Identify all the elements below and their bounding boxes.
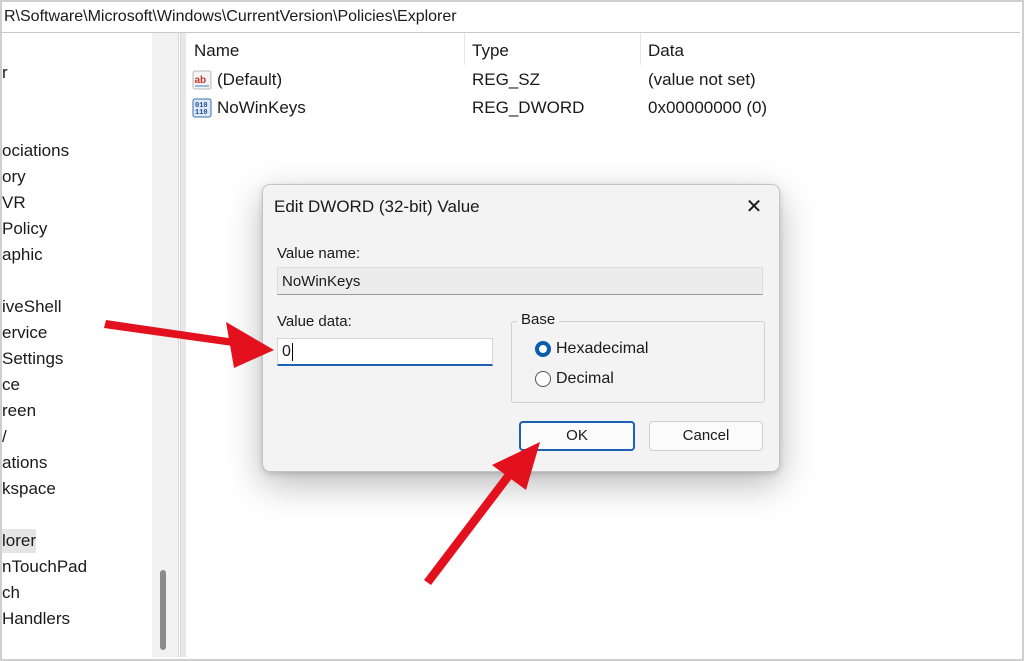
value-name-field: NoWinKeys (277, 267, 763, 295)
tree-item[interactable]: ch (2, 581, 20, 605)
tree-item[interactable]: Settings (2, 347, 63, 371)
tree-item[interactable]: r (2, 61, 8, 85)
value-data-input[interactable]: 0 (277, 338, 493, 366)
value-data: (value not set) (648, 70, 756, 89)
ok-button[interactable]: OK (519, 421, 635, 451)
column-header-name[interactable]: Name (194, 39, 239, 63)
value-type: REG_SZ (472, 70, 541, 89)
tree-item-selected[interactable]: lorer (2, 529, 36, 553)
svg-text:110: 110 (195, 109, 208, 117)
binary-value-icon: 010 110 (192, 98, 212, 118)
tree-scrollbar-thumb[interactable] (160, 570, 166, 650)
value-data: 0x00000000 (0) (648, 98, 768, 117)
decimal-radio-label[interactable]: Decimal (556, 370, 614, 388)
string-value-icon: ab (192, 70, 212, 90)
base-group (511, 321, 765, 403)
value-name: (Default) (217, 70, 283, 89)
tree-item[interactable]: / (2, 425, 7, 449)
registry-tree[interactable]: r ociations ory VR Policy aphic iveShell… (2, 33, 152, 657)
column-header-type[interactable]: Type (472, 39, 509, 63)
base-group-label: Base (517, 311, 560, 328)
address-path: R\Software\Microsoft\Windows\CurrentVers… (4, 8, 457, 25)
value-name-label: Value name: (277, 245, 361, 262)
value-data-text: 0 (282, 343, 291, 360)
svg-text:ab: ab (195, 75, 207, 86)
tree-item[interactable]: reen (2, 399, 36, 423)
tree-item[interactable]: kspace (2, 477, 56, 501)
table-row[interactable]: 010 110 NoWinKeys REG_DWORD 0x00000000 (… (186, 94, 1018, 122)
close-icon[interactable]: ✕ (737, 191, 771, 223)
address-bar[interactable]: R\Software\Microsoft\Windows\CurrentVers… (2, 2, 1020, 33)
tree-item[interactable]: ervice (2, 321, 47, 345)
value-type: REG_DWORD (472, 98, 585, 117)
tree-item[interactable]: nTouchPad (2, 555, 87, 579)
tree-item[interactable]: VR (2, 191, 26, 215)
tree-item[interactable]: ations (2, 451, 47, 475)
text-caret (291, 342, 293, 361)
tree-item[interactable]: aphic (2, 243, 43, 267)
hexadecimal-radio[interactable] (535, 341, 551, 357)
edit-dword-dialog[interactable]: Edit DWORD (32-bit) Value ✕ Value name: … (262, 184, 780, 472)
column-header-data[interactable]: Data (648, 39, 684, 63)
table-row[interactable]: ab (Default) REG_SZ (value not set) (186, 66, 1018, 94)
tree-item[interactable]: ce (2, 373, 20, 397)
decimal-radio[interactable] (535, 371, 551, 387)
dialog-title: Edit DWORD (32-bit) Value (274, 197, 480, 216)
tree-item[interactable]: ociations (2, 139, 69, 163)
column-divider[interactable] (640, 33, 641, 65)
value-name: NoWinKeys (217, 98, 306, 117)
hexadecimal-radio-label[interactable]: Hexadecimal (556, 340, 648, 358)
tree-scrollbar-track[interactable] (152, 33, 179, 657)
tree-item[interactable]: Handlers (2, 607, 70, 631)
value-data-label: Value data: (277, 313, 352, 330)
column-divider[interactable] (464, 33, 465, 65)
tree-item[interactable]: Policy (2, 217, 47, 241)
cancel-button[interactable]: Cancel (649, 421, 763, 451)
tree-item[interactable]: iveShell (2, 295, 62, 319)
tree-item[interactable]: ory (2, 165, 26, 189)
